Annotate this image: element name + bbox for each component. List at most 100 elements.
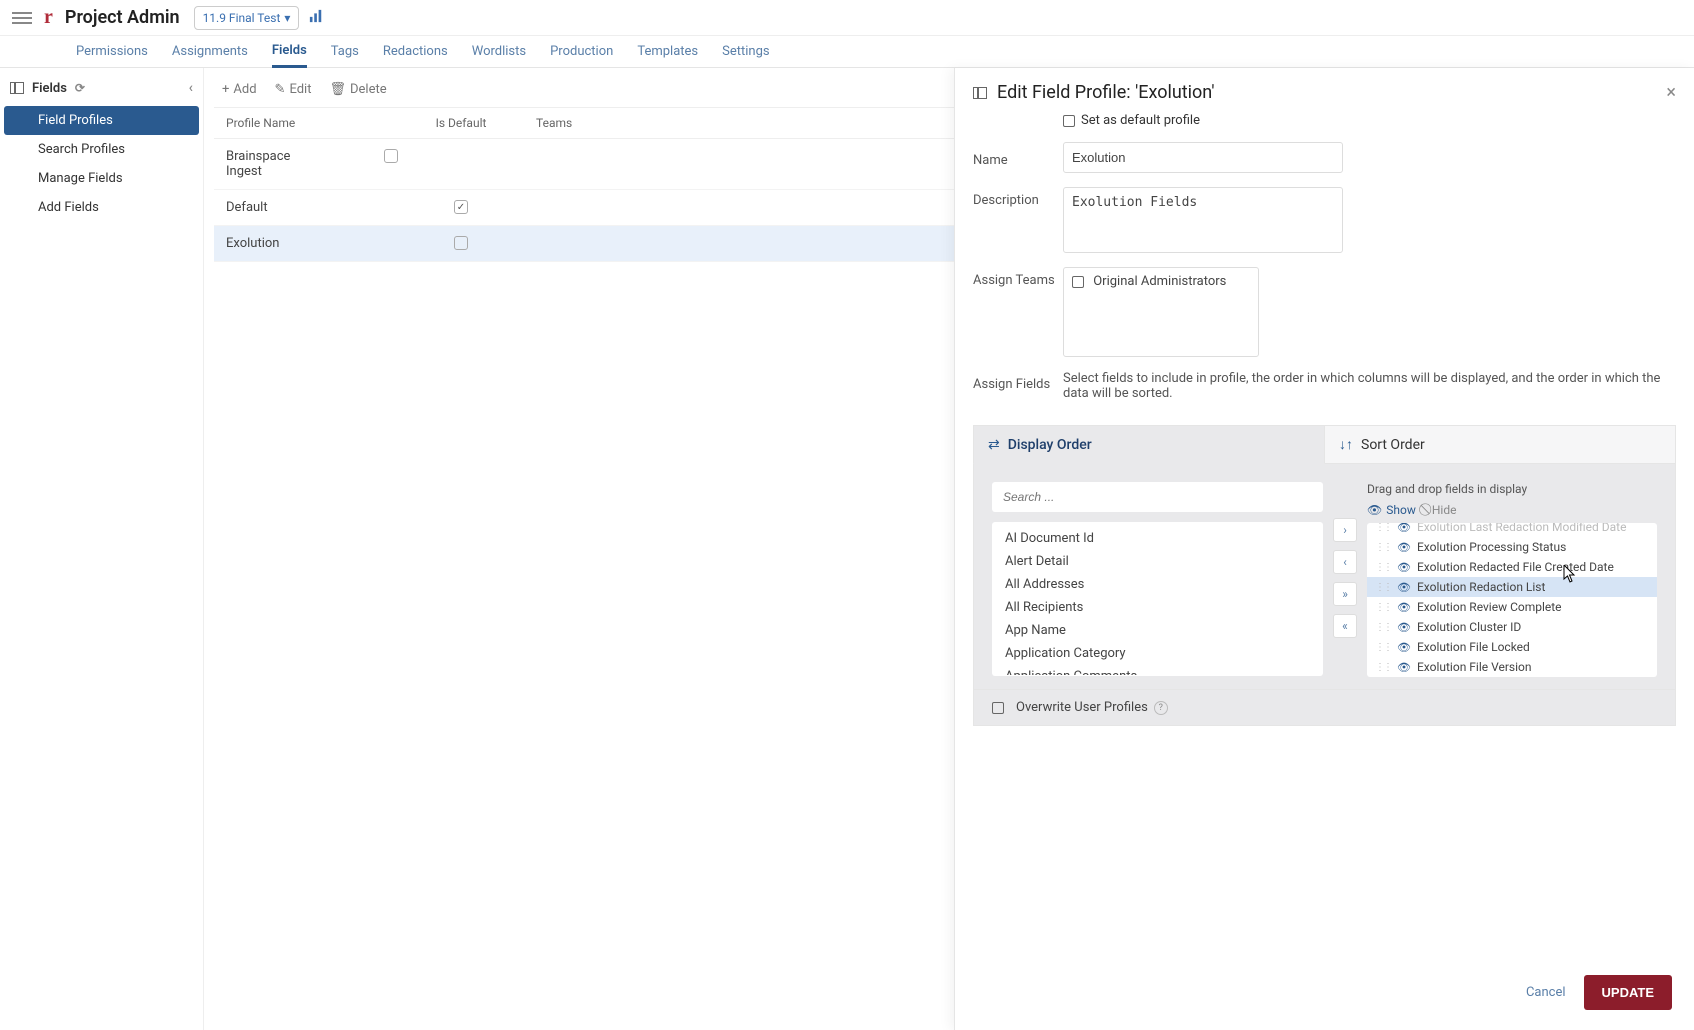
list-item[interactable]: ⋮⋮ 👁 Exolution Redacted File Created Dat… (1367, 557, 1657, 577)
cell-name: Exolution (226, 236, 386, 251)
eye-icon[interactable]: 👁 (1397, 561, 1411, 574)
name-input[interactable] (1063, 142, 1343, 173)
project-dropdown[interactable]: 11.9 Final Test ▾ (194, 6, 300, 30)
tab-fields[interactable]: Fields (272, 36, 307, 68)
team-checkbox[interactable] (1072, 276, 1084, 288)
list-item[interactable]: ⋮⋮ 👁 Exolution Redaction List (1367, 577, 1657, 597)
list-item[interactable]: Alert Detail (993, 550, 1322, 573)
show-link[interactable]: 👁 Show (1367, 502, 1416, 517)
tab-templates[interactable]: Templates (637, 37, 698, 66)
th-profile-name[interactable]: Profile Name (226, 116, 386, 130)
delete-button[interactable]: 🗑 Delete (329, 82, 386, 97)
swap-icon: ⇄ (988, 437, 1000, 453)
update-button[interactable]: UPDATE (1584, 975, 1672, 1010)
eye-icon[interactable]: 👁 (1397, 581, 1411, 594)
drawer-title: Edit Field Profile: 'Exolution' (997, 82, 1214, 103)
list-item[interactable]: App Name (993, 619, 1322, 642)
tabs: Permissions Assignments Fields Tags Reda… (0, 36, 1694, 68)
tab-tags[interactable]: Tags (331, 37, 359, 66)
list-item[interactable]: Application Category (993, 642, 1322, 665)
sidebar-item-manage-fields[interactable]: Manage Fields (4, 164, 199, 193)
sidebar-item-add-fields[interactable]: Add Fields (4, 193, 199, 222)
eye-icon[interactable]: 👁 (1397, 661, 1411, 674)
list-item[interactable]: ⋮⋮ 👁 Exolution Last Redaction Modified D… (1367, 523, 1657, 537)
close-icon[interactable]: × (1666, 82, 1676, 103)
overwrite-checkbox[interactable] (992, 702, 1004, 714)
th-is-default[interactable]: Is Default (386, 116, 536, 130)
main: + Add ✎ Edit 🗑 Delete Profile Name Is De… (204, 68, 1694, 1030)
eye-icon[interactable]: 👁 (1397, 541, 1411, 554)
grip-icon[interactable]: ⋮⋮ (1375, 542, 1391, 553)
drag-drop-hint: Drag and drop fields in display (1367, 482, 1657, 496)
tab-wordlists[interactable]: Wordlists (472, 37, 526, 66)
default-checkbox[interactable] (454, 200, 468, 214)
label-assign-fields: Assign Fields (973, 371, 1063, 392)
tab-production[interactable]: Production (550, 37, 613, 66)
set-default-checkbox[interactable] (1063, 115, 1075, 127)
label-name: Name (973, 147, 1063, 168)
list-item[interactable]: ⋮⋮ 👁 Exolution Cluster ID (1367, 617, 1657, 637)
grip-icon[interactable]: ⋮⋮ (1375, 662, 1391, 673)
hide-link[interactable]: ⃠ Hide (1428, 502, 1457, 517)
tab-redactions[interactable]: Redactions (383, 37, 448, 66)
tab-permissions[interactable]: Permissions (76, 37, 148, 66)
list-item[interactable]: ⋮⋮ 👁 Exolution File Version (1367, 657, 1657, 677)
app-logo: r (44, 6, 53, 29)
list-item[interactable]: ⋮⋮ 👁 Exolution Review Complete (1367, 597, 1657, 617)
move-left-button[interactable]: ‹ (1333, 550, 1357, 574)
analytics-icon[interactable] (309, 9, 323, 27)
default-checkbox[interactable] (454, 236, 468, 250)
sidebar: Fields ⟳ ‹ Field Profiles Search Profile… (0, 68, 204, 1030)
list-item[interactable]: Application Comments (993, 665, 1322, 676)
edit-profile-drawer: Edit Field Profile: 'Exolution' × Set as… (954, 68, 1694, 1030)
sidebar-item-field-profiles[interactable]: Field Profiles (4, 106, 199, 135)
grip-icon[interactable]: ⋮⋮ (1375, 642, 1391, 653)
sort-order-tab[interactable]: ↓↑ Sort Order (1325, 425, 1676, 464)
label-description: Description (973, 187, 1063, 208)
cell-name: Default (226, 200, 386, 215)
description-textarea[interactable] (1063, 187, 1343, 253)
topbar: r Project Admin 11.9 Final Test ▾ (0, 0, 1694, 36)
trash-icon: 🗑 (329, 82, 346, 97)
plus-icon: + (222, 82, 229, 97)
grip-icon[interactable]: ⋮⋮ (1375, 602, 1391, 613)
list-item[interactable]: All Recipients (993, 596, 1322, 619)
eye-icon[interactable]: 👁 (1397, 601, 1411, 614)
panel-icon (10, 82, 24, 94)
cancel-button[interactable]: Cancel (1526, 985, 1566, 1000)
team-option: Original Administrators (1093, 274, 1226, 289)
set-default-label: Set as default profile (1081, 113, 1200, 128)
list-item[interactable]: ⋮⋮ 👁 Exolution File Locked (1367, 637, 1657, 657)
move-right-button[interactable]: › (1333, 518, 1357, 542)
list-item[interactable]: AI Document Id (993, 527, 1322, 550)
list-item[interactable]: All Addresses (993, 573, 1322, 596)
move-all-left-button[interactable]: « (1333, 614, 1357, 638)
grip-icon[interactable]: ⋮⋮ (1375, 582, 1391, 593)
eye-icon[interactable]: 👁 (1397, 641, 1411, 654)
list-item[interactable]: ⋮⋮ 👁 Exolution Processing Status (1367, 537, 1657, 557)
eye-icon[interactable]: 👁 (1397, 621, 1411, 634)
default-checkbox[interactable] (384, 149, 398, 163)
refresh-icon[interactable]: ⟳ (75, 81, 85, 95)
assign-fields-help: Select fields to include in profile, the… (1063, 371, 1676, 401)
collapse-sidebar-icon[interactable]: ‹ (189, 80, 193, 96)
pencil-icon: ✎ (275, 82, 286, 97)
grip-icon[interactable]: ⋮⋮ (1375, 523, 1391, 533)
edit-button[interactable]: ✎ Edit (275, 82, 312, 97)
grip-icon[interactable]: ⋮⋮ (1375, 622, 1391, 633)
tab-settings[interactable]: Settings (722, 37, 769, 66)
teams-box: Original Administrators (1063, 267, 1259, 357)
tab-assignments[interactable]: Assignments (172, 37, 248, 66)
search-input[interactable] (992, 482, 1323, 512)
menu-icon[interactable] (12, 8, 32, 28)
display-order-tab[interactable]: ⇄ Display Order (973, 425, 1325, 464)
sidebar-item-search-profiles[interactable]: Search Profiles (4, 135, 199, 164)
cell-name: Brainspace Ingest (226, 149, 316, 179)
help-icon[interactable]: ? (1154, 701, 1168, 715)
sort-icon: ↓↑ (1339, 436, 1353, 453)
page-title: Project Admin (65, 7, 180, 28)
eye-icon[interactable]: 👁 (1397, 523, 1411, 534)
add-button[interactable]: + Add (222, 82, 257, 97)
grip-icon[interactable]: ⋮⋮ (1375, 562, 1391, 573)
move-all-right-button[interactable]: » (1333, 582, 1357, 606)
